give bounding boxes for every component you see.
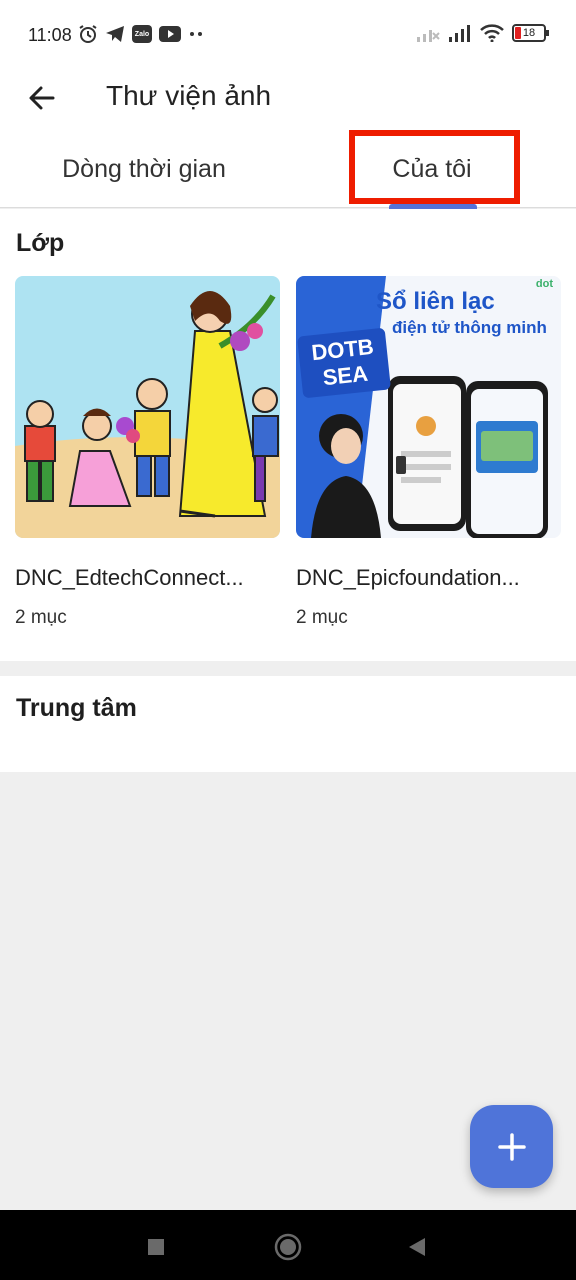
signal-icon bbox=[449, 25, 470, 42]
battery-level: 18 bbox=[522, 27, 536, 39]
brand-logo: dot bbox=[535, 278, 553, 290]
tab-bar: Dòng thời gian Của tôi bbox=[0, 130, 576, 210]
tab-highlight-box bbox=[349, 130, 520, 204]
back-nav-button[interactable] bbox=[402, 1232, 432, 1262]
square-icon bbox=[148, 1239, 164, 1255]
system-icons: 18 bbox=[416, 24, 549, 42]
status-bar: 11:08 Zalo 18 bbox=[0, 0, 576, 70]
youtube-icon bbox=[159, 26, 181, 42]
album-card[interactable]: dot Sổ liên lạc điện tử thông minh DOTB … bbox=[296, 276, 561, 629]
back-button[interactable] bbox=[22, 78, 62, 118]
battery-icon: 18 bbox=[512, 24, 549, 42]
status-time: 11:08 bbox=[28, 25, 72, 45]
album-name: DNC_EdtechConnect... bbox=[15, 565, 244, 590]
page-title: Thư viện ảnh bbox=[106, 80, 272, 111]
center-section: Trung tâm bbox=[0, 676, 576, 772]
system-nav-bar bbox=[0, 1210, 576, 1280]
album-count: 2 mục bbox=[15, 607, 67, 628]
triangle-back-icon bbox=[409, 1238, 425, 1256]
album-name: DNC_Epicfoundation... bbox=[296, 565, 520, 590]
zalo-icon: Zalo bbox=[132, 25, 152, 43]
center-section-title: Trung tâm bbox=[16, 694, 137, 722]
wifi-icon bbox=[480, 24, 504, 42]
home-button[interactable] bbox=[273, 1232, 303, 1262]
album-count: 2 mục bbox=[296, 607, 348, 628]
home-circle-icon bbox=[274, 1233, 302, 1261]
album-thumbnail-dotb: dot Sổ liên lạc điện tử thông minh DOTB … bbox=[296, 276, 561, 538]
subline-text: điện tử thông minh bbox=[392, 318, 547, 337]
telegram-icon bbox=[106, 26, 124, 42]
add-button[interactable] bbox=[470, 1105, 553, 1188]
more-dots-icon bbox=[190, 32, 202, 36]
classes-section-title: Lớp bbox=[16, 229, 65, 257]
badge-text: DOTB SEA bbox=[297, 327, 391, 399]
recents-button[interactable] bbox=[141, 1232, 171, 1262]
tab-timeline[interactable]: Dòng thời gian bbox=[0, 130, 288, 208]
plus-icon bbox=[497, 1132, 526, 1161]
album-card[interactable]: DNC_EdtechConnect... 2 mục bbox=[15, 276, 280, 629]
arrow-left-icon bbox=[29, 86, 55, 110]
album-thumbnail-children bbox=[15, 276, 280, 538]
app-bar: Thư viện ảnh bbox=[0, 70, 576, 130]
badge-line-2: SEA bbox=[321, 360, 370, 391]
signal-weak-icon bbox=[417, 30, 440, 42]
classes-section: Lớp DNC_EdtechConnect... 2 mục dot Sổ li… bbox=[0, 209, 576, 661]
alarm-icon bbox=[79, 25, 97, 43]
headline-text: Sổ liên lạc bbox=[376, 288, 495, 315]
notification-icons: Zalo bbox=[78, 24, 204, 44]
